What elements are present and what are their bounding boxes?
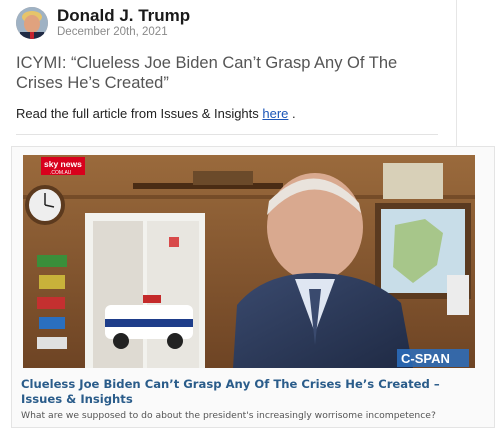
author-name[interactable]: Donald J. Trump (57, 6, 190, 25)
article-link[interactable]: here (262, 106, 288, 121)
news-photo: sky news .COM.AU C-SPAN (23, 155, 475, 368)
broadcaster-sub: .COM.AU (50, 170, 72, 176)
card-description: What are we supposed to do about the pre… (21, 410, 436, 421)
column-divider (456, 0, 457, 150)
link-preview-card[interactable]: sky news .COM.AU C-SPAN Clueless Joe Bid… (11, 146, 495, 428)
author-block: Donald J. Trump December 20th, 2021 (57, 6, 190, 39)
avatar-portrait-icon (16, 6, 48, 39)
card-image[interactable]: sky news .COM.AU C-SPAN (23, 155, 475, 368)
avatar[interactable] (16, 6, 48, 39)
post-title: ICYMI: “Clueless Joe Biden Can’t Grasp A… (16, 54, 398, 92)
card-title[interactable]: Clueless Joe Biden Can’t Grasp Any Of Th… (21, 377, 461, 407)
post-body: Read the full article from Issues & Insi… (16, 106, 296, 121)
broadcaster-logo: sky news (44, 159, 82, 169)
cspan-watermark: C-SPAN (401, 351, 450, 366)
post-body-suffix: . (288, 106, 296, 121)
post-header: Donald J. Trump December 20th, 2021 (16, 6, 190, 39)
post-date: December 20th, 2021 (57, 26, 168, 38)
post-body-text: Read the full article from Issues & Insi… (16, 106, 263, 121)
post-divider (16, 134, 438, 135)
